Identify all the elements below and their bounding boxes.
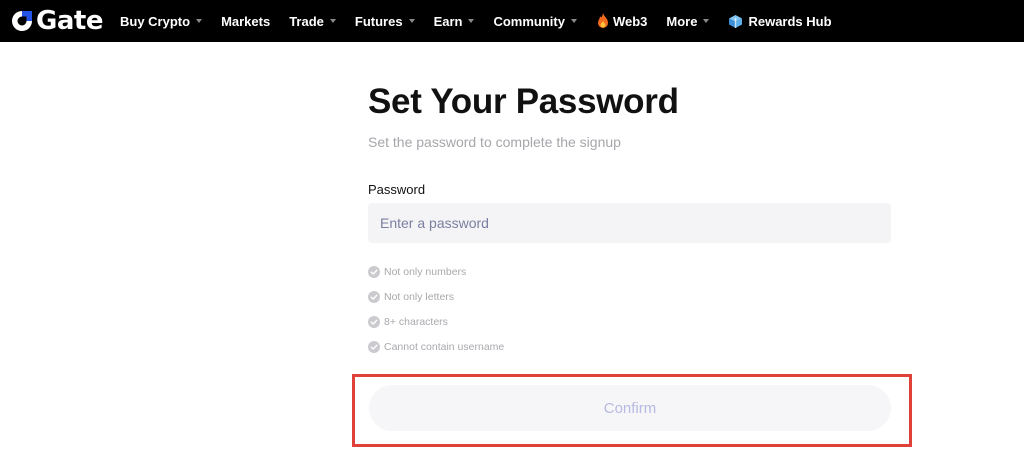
nav-item-earn[interactable]: Earn — [434, 14, 475, 29]
nav-item-community[interactable]: Community — [493, 14, 577, 29]
password-rule: Not only numbers — [368, 259, 504, 284]
nav-label: Buy Crypto — [120, 13, 191, 29]
nav-label: Markets — [221, 13, 271, 29]
main-nav: Buy Crypto Markets Trade Futures Earn Co… — [120, 0, 851, 42]
gift-icon — [729, 14, 743, 28]
nav-label: Web3 — [612, 13, 648, 29]
nav-label: More — [666, 13, 698, 29]
nav-item-markets[interactable]: Markets — [221, 14, 270, 29]
nav-label: Trade — [289, 13, 324, 29]
check-circle-icon — [368, 265, 380, 278]
check-circle-icon — [368, 340, 380, 353]
rule-text: 8+ characters — [384, 315, 448, 328]
check-circle-icon — [368, 290, 380, 303]
fire-icon — [597, 13, 608, 28]
chevron-down-icon — [329, 19, 336, 23]
chevron-down-icon — [570, 19, 577, 23]
chevron-down-icon — [703, 19, 710, 23]
gate-logo[interactable]: Gate — [10, 7, 103, 35]
rule-text: Not only numbers — [384, 265, 467, 278]
page-title: Set Your Password — [368, 82, 679, 121]
chevron-down-icon — [468, 19, 475, 23]
nav-item-trade[interactable]: Trade — [289, 14, 336, 29]
page-subtitle: Set the password to complete the signup — [368, 134, 621, 150]
nav-label: Rewards Hub — [748, 13, 832, 29]
confirm-button[interactable]: Confirm — [369, 385, 891, 431]
check-circle-icon — [368, 315, 380, 328]
password-rule: Cannot contain username — [368, 334, 504, 359]
nav-item-buy-crypto[interactable]: Buy Crypto — [120, 13, 203, 29]
nav-label: Futures — [354, 13, 403, 29]
rule-text: Not only letters — [384, 290, 455, 303]
top-navigation-bar: Gate Buy Crypto Markets Trade Futures Ea… — [0, 0, 1024, 42]
nav-label: Community — [493, 13, 565, 29]
password-rule: 8+ characters — [368, 309, 504, 334]
password-input[interactable] — [368, 203, 891, 243]
chevron-down-icon — [196, 19, 203, 23]
nav-label: Earn — [433, 13, 463, 29]
nav-item-futures[interactable]: Futures — [355, 14, 415, 29]
nav-item-rewards-hub[interactable]: Rewards Hub — [728, 13, 832, 29]
password-rules-list: Not only numbers Not only letters 8+ cha… — [368, 259, 504, 359]
password-rule: Not only letters — [368, 284, 504, 309]
nav-item-more[interactable]: More — [666, 13, 710, 29]
chevron-down-icon — [408, 19, 415, 23]
nav-item-web3[interactable]: Web3 — [596, 13, 647, 29]
rule-text: Cannot contain username — [384, 340, 505, 353]
password-label: Password — [368, 182, 426, 197]
brand-name: Gate — [36, 6, 103, 36]
gate-logo-icon — [12, 11, 32, 31]
